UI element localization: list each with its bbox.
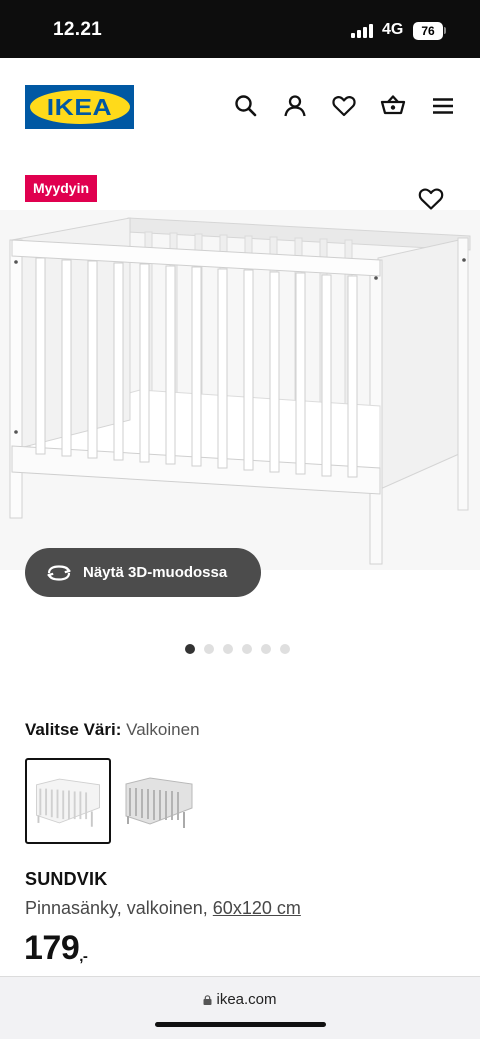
color-label-value: Valkoinen: [126, 720, 200, 739]
price-suffix: ,-: [79, 948, 88, 965]
ikea-logo[interactable]: IKEA: [25, 85, 134, 129]
color-label-title: Valitse Väri:: [25, 720, 122, 739]
network-label: 4G: [382, 21, 404, 38]
lock-icon: [203, 995, 212, 1005]
color-swatch-grey[interactable]: [118, 758, 204, 844]
url-display[interactable]: ikea.com: [0, 991, 480, 1008]
url-text: ikea.com: [216, 991, 277, 1008]
logo-text: IKEA: [46, 93, 113, 120]
product-description: Pinnasänky, valkoinen, 60x120 cm: [25, 898, 301, 919]
status-bar: 12.21 4G 76: [0, 0, 480, 58]
gallery-dot-1[interactable]: [185, 644, 195, 654]
battery-tip: [444, 27, 446, 34]
favourite-heart-icon[interactable]: [417, 185, 445, 213]
user-icon[interactable]: [282, 93, 308, 119]
site-header: IKEA: [0, 58, 480, 158]
cart-icon[interactable]: [380, 93, 406, 119]
menu-icon[interactable]: [430, 93, 456, 119]
heart-icon[interactable]: [331, 93, 357, 119]
color-swatch-white[interactable]: [25, 758, 111, 844]
bestseller-badge: Myydyin: [25, 175, 98, 202]
logo-oval: IKEA: [29, 90, 130, 124]
gallery-dot-2[interactable]: [204, 644, 214, 654]
gallery-dot-5[interactable]: [261, 644, 271, 654]
search-icon[interactable]: [233, 93, 259, 119]
gallery-dots: [185, 644, 290, 654]
browser-url-bar[interactable]: ikea.com: [0, 976, 480, 1039]
gallery-dot-4[interactable]: [242, 644, 252, 654]
home-indicator: [155, 1022, 326, 1027]
product-name: SUNDVIK: [25, 869, 108, 889]
product-image[interactable]: [0, 210, 480, 570]
gallery-dot-3[interactable]: [223, 644, 233, 654]
gallery-dot-6[interactable]: [280, 644, 290, 654]
signal-icon: [351, 24, 375, 38]
color-label: Valitse Väri: Valkoinen: [25, 720, 200, 740]
rotate-3d-icon: [45, 563, 73, 583]
battery-icon: 76: [413, 22, 443, 40]
view-3d-button[interactable]: Näytä 3D-muodossa: [25, 548, 261, 597]
price-value: 179: [24, 929, 80, 967]
status-time: 12.21: [53, 19, 103, 40]
product-description-text: Pinnasänky, valkoinen,: [25, 898, 208, 918]
product-price: 179,-: [24, 929, 88, 968]
view-3d-label: Näytä 3D-muodossa: [83, 564, 228, 581]
product-size-link[interactable]: 60x120 cm: [213, 898, 301, 918]
